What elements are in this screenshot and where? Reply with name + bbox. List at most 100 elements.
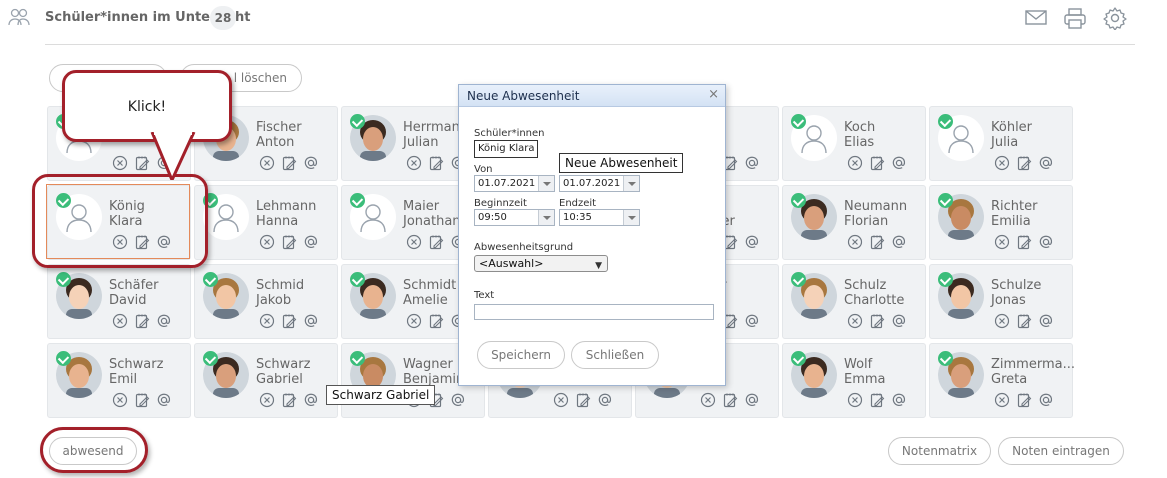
note-icon[interactable] bbox=[134, 313, 150, 329]
note-icon[interactable] bbox=[722, 392, 738, 408]
at-icon[interactable] bbox=[450, 392, 466, 408]
at-icon[interactable] bbox=[744, 155, 760, 171]
note-icon[interactable] bbox=[281, 155, 297, 171]
at-icon[interactable] bbox=[156, 392, 172, 408]
remove-icon[interactable] bbox=[406, 313, 422, 329]
remove-icon[interactable] bbox=[406, 155, 422, 171]
start-time-field[interactable]: 09:50 bbox=[474, 209, 555, 226]
student-card[interactable]: Schmid Jakob bbox=[194, 264, 338, 339]
remove-icon[interactable] bbox=[259, 234, 275, 250]
note-icon[interactable] bbox=[281, 313, 297, 329]
student-card[interactable]: Schwarz Gabriel bbox=[194, 343, 338, 418]
at-icon[interactable] bbox=[303, 234, 319, 250]
student-actions bbox=[847, 234, 907, 250]
student-card[interactable]: Wolf Emma bbox=[782, 343, 926, 418]
note-icon[interactable] bbox=[1016, 155, 1032, 171]
remove-icon[interactable] bbox=[259, 313, 275, 329]
student-card[interactable]: Zimmerma... Greta bbox=[929, 343, 1075, 418]
at-icon[interactable] bbox=[744, 234, 760, 250]
at-icon[interactable] bbox=[744, 392, 760, 408]
remove-icon[interactable] bbox=[259, 155, 275, 171]
at-icon[interactable] bbox=[303, 155, 319, 171]
remove-icon[interactable] bbox=[700, 392, 716, 408]
note-icon[interactable] bbox=[134, 155, 150, 171]
remove-icon[interactable] bbox=[994, 234, 1010, 250]
note-icon[interactable] bbox=[281, 234, 297, 250]
student-card[interactable]: Schulz Charlotte bbox=[782, 264, 926, 339]
student-card[interactable]: Koch Elias bbox=[782, 106, 926, 181]
remove-icon[interactable] bbox=[847, 155, 863, 171]
note-icon[interactable] bbox=[428, 155, 444, 171]
end-time-field[interactable]: 10:35 bbox=[559, 209, 640, 226]
student-card[interactable]: Köhler Julia bbox=[929, 106, 1073, 181]
at-icon[interactable] bbox=[1038, 392, 1054, 408]
start-time-dropdown-icon[interactable] bbox=[538, 210, 554, 225]
student-card[interactable]: Richter Emilia bbox=[929, 185, 1073, 260]
student-name: Schwarz Gabriel bbox=[256, 357, 310, 387]
note-icon[interactable] bbox=[869, 155, 885, 171]
remove-icon[interactable] bbox=[847, 313, 863, 329]
remove-icon[interactable] bbox=[994, 313, 1010, 329]
student-card[interactable]: Lehmann Hanna bbox=[194, 185, 338, 260]
remove-icon[interactable] bbox=[847, 234, 863, 250]
present-check-icon bbox=[938, 272, 953, 287]
click-callout: Klick! bbox=[62, 70, 232, 142]
from-date-field[interactable]: 01.07.2021 bbox=[474, 175, 555, 192]
remove-icon[interactable] bbox=[112, 313, 128, 329]
save-button[interactable]: Speichern bbox=[477, 341, 565, 369]
at-icon[interactable] bbox=[303, 313, 319, 329]
at-icon[interactable] bbox=[891, 234, 907, 250]
end-time-dropdown-icon[interactable] bbox=[623, 210, 639, 225]
remove-icon[interactable] bbox=[994, 155, 1010, 171]
remove-icon[interactable] bbox=[112, 392, 128, 408]
at-icon[interactable] bbox=[891, 155, 907, 171]
enter-grades-button[interactable]: Noten eintragen bbox=[998, 437, 1124, 465]
student-actions bbox=[259, 234, 319, 250]
at-icon[interactable] bbox=[1038, 234, 1054, 250]
note-icon[interactable] bbox=[428, 234, 444, 250]
student-card[interactable]: Schwarz Emil bbox=[47, 343, 191, 418]
to-date-field[interactable]: 01.07.2021 bbox=[559, 175, 640, 192]
close-button[interactable]: Schließen bbox=[571, 341, 659, 369]
at-icon[interactable] bbox=[303, 392, 319, 408]
student-last-name: Lehmann bbox=[256, 199, 317, 214]
at-icon[interactable] bbox=[597, 392, 613, 408]
note-icon[interactable] bbox=[134, 392, 150, 408]
note-icon[interactable] bbox=[869, 234, 885, 250]
student-field[interactable]: König Klara bbox=[474, 140, 538, 158]
at-icon[interactable] bbox=[891, 392, 907, 408]
note-icon[interactable] bbox=[1016, 392, 1032, 408]
at-icon[interactable] bbox=[744, 313, 760, 329]
from-date-dropdown-icon[interactable] bbox=[538, 176, 554, 191]
at-icon[interactable] bbox=[156, 313, 172, 329]
grade-matrix-button[interactable]: Notenmatrix bbox=[888, 437, 991, 465]
note-icon[interactable] bbox=[869, 313, 885, 329]
note-icon[interactable] bbox=[281, 392, 297, 408]
at-icon[interactable] bbox=[891, 313, 907, 329]
to-date-dropdown-icon[interactable] bbox=[623, 176, 639, 191]
student-last-name: Fischer bbox=[256, 120, 302, 135]
remove-icon[interactable] bbox=[406, 234, 422, 250]
mail-icon[interactable] bbox=[1024, 6, 1048, 28]
at-icon[interactable] bbox=[1038, 313, 1054, 329]
print-icon[interactable] bbox=[1063, 6, 1087, 30]
remove-icon[interactable] bbox=[259, 392, 275, 408]
at-icon[interactable] bbox=[1038, 155, 1054, 171]
student-card[interactable]: Schäfer David bbox=[47, 264, 191, 339]
gear-icon[interactable] bbox=[1103, 6, 1127, 30]
note-icon[interactable] bbox=[1016, 234, 1032, 250]
text-field[interactable] bbox=[474, 304, 714, 320]
student-first-name: Anton bbox=[256, 135, 295, 150]
remove-icon[interactable] bbox=[847, 392, 863, 408]
remove-icon[interactable] bbox=[994, 392, 1010, 408]
reason-select[interactable]: <Auswahl> ▼ bbox=[474, 255, 608, 272]
student-card[interactable]: Neumann Florian bbox=[782, 185, 926, 260]
close-icon[interactable]: × bbox=[708, 87, 719, 102]
note-icon[interactable] bbox=[575, 392, 591, 408]
student-card[interactable]: Schulze Jonas bbox=[929, 264, 1073, 339]
remove-icon[interactable] bbox=[112, 155, 128, 171]
remove-icon[interactable] bbox=[553, 392, 569, 408]
note-icon[interactable] bbox=[869, 392, 885, 408]
note-icon[interactable] bbox=[428, 313, 444, 329]
note-icon[interactable] bbox=[1016, 313, 1032, 329]
